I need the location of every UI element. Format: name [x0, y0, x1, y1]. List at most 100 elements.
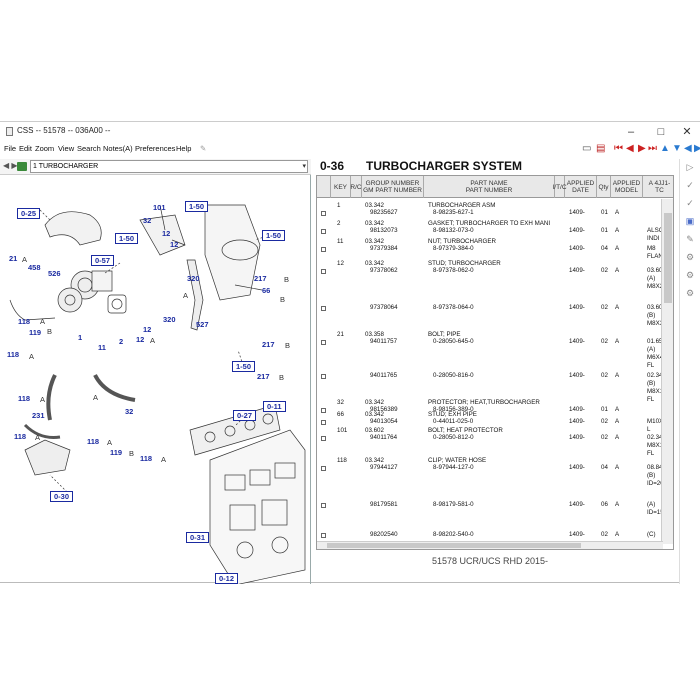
menu-zoom[interactable]: Zoom: [35, 144, 54, 153]
section-ref-1-50[interactable]: 1-50: [115, 233, 139, 244]
callout-320[interactable]: 320: [163, 315, 176, 324]
section-ref-0-12[interactable]: 0-12: [215, 573, 239, 584]
col-key[interactable]: KEY: [331, 176, 351, 198]
menu-preferences[interactable]: Preferences: [135, 144, 175, 153]
section-ref-0-57[interactable]: 0-57: [91, 255, 115, 266]
table-row[interactable]: 118 03.342 97944127 CLIP; WATER HOSE 8-97944…: [317, 457, 669, 487]
callout-118[interactable]: 118: [140, 454, 152, 463]
callout-32[interactable]: 32: [143, 216, 151, 225]
table-row[interactable]: 98179581 8-98179-581-0 1409- 06 A (A) ID=15.1: [317, 494, 669, 522]
callout-217[interactable]: 217: [262, 340, 275, 349]
callout-118[interactable]: 118: [18, 317, 30, 326]
section-ref-1-50[interactable]: 1-50: [232, 361, 256, 372]
maximize-button[interactable]: □: [650, 124, 672, 140]
settings-icon[interactable]: ⚙: [684, 269, 696, 281]
menu-help[interactable]: Help: [176, 144, 191, 153]
col-applied-model[interactable]: APPLIED MODEL: [611, 176, 643, 198]
col-group-number[interactable]: GROUP NUMBER GM PART NUMBER: [362, 176, 424, 198]
col-part-name[interactable]: PART NAME PART NUMBER: [424, 176, 555, 198]
callout-527[interactable]: 527: [196, 320, 209, 329]
down-icon[interactable]: ▼: [672, 143, 682, 155]
col-applied-date[interactable]: APPLIED DATE: [565, 176, 597, 198]
callout-32[interactable]: 32: [125, 407, 133, 416]
callout-119[interactable]: 119: [29, 328, 41, 337]
callout-12[interactable]: 12: [143, 325, 151, 334]
callout-320[interactable]: 320: [187, 274, 200, 283]
scroll-thumb[interactable]: [327, 543, 581, 548]
callout-12[interactable]: 12: [136, 335, 144, 344]
last-icon[interactable]: ⏭: [648, 143, 657, 155]
forward-icon[interactable]: ▶: [694, 143, 700, 155]
prev-icon[interactable]: ◀: [626, 143, 634, 155]
vertical-scrollbar[interactable]: [661, 199, 673, 544]
arrow-right-icon[interactable]: ▷: [684, 161, 696, 173]
callout-21[interactable]: 21: [9, 254, 17, 263]
table-row[interactable]: 94011765 0-28050-816-0 1409- 02 A 02.343 (B) …: [317, 365, 667, 403]
first-icon[interactable]: ⏮: [614, 143, 623, 155]
callout-12[interactable]: 12: [170, 240, 178, 249]
row-checkbox[interactable]: [321, 229, 326, 234]
menu-file[interactable]: File: [4, 144, 16, 153]
row-checkbox[interactable]: [321, 374, 326, 379]
minimize-button[interactable]: –: [620, 124, 642, 140]
callout-526[interactable]: 526: [48, 269, 61, 278]
row-checkbox[interactable]: [321, 247, 326, 252]
section-ref-0-30[interactable]: 0-30: [50, 491, 74, 502]
callout-217[interactable]: 217: [257, 372, 270, 381]
col-model-code[interactable]: A 4JJ1-TC: [643, 176, 673, 198]
back-icon[interactable]: ◀: [684, 143, 692, 155]
settings-icon[interactable]: ⚙: [684, 287, 696, 299]
section-ref-0-27[interactable]: 0-27: [233, 410, 257, 421]
tool-icon[interactable]: ✎: [684, 233, 696, 245]
row-checkbox[interactable]: [321, 533, 326, 538]
callout-231[interactable]: 231: [32, 411, 45, 420]
printer-icon[interactable]: ▤: [596, 143, 605, 155]
menu-search[interactable]: Search: [77, 144, 101, 153]
callout-1[interactable]: 1: [78, 333, 82, 342]
row-checkbox[interactable]: [321, 340, 326, 345]
nav-arrows-icon[interactable]: ◀ ▶: [3, 161, 18, 170]
table-row[interactable]: 97378064 8-97378-064-0 1409- 02 A 03.604 (B) …: [317, 297, 673, 327]
row-checkbox[interactable]: [321, 211, 326, 216]
callout-2[interactable]: 2: [119, 337, 123, 346]
section-ref-0-11[interactable]: 0-11: [263, 401, 286, 412]
next-icon[interactable]: ▶: [638, 143, 646, 155]
callout-101[interactable]: 101: [153, 203, 166, 212]
callout-11[interactable]: 11: [98, 343, 106, 352]
col-itc[interactable]: I/T/C: [552, 176, 567, 198]
row-checkbox[interactable]: [321, 436, 326, 441]
table-row[interactable]: 21 03.358 94011757 BOLT; PIPE 0-28050-645-0 1…: [317, 331, 667, 369]
section-ref-0-25[interactable]: 0-25: [17, 208, 41, 219]
horizontal-scrollbar[interactable]: [317, 541, 663, 549]
row-checkbox[interactable]: [321, 466, 326, 471]
group-select[interactable]: 1 TURBOCHARGER ▾: [30, 160, 308, 173]
list-icon[interactable]: ▣: [684, 215, 696, 227]
section-ref-1-50[interactable]: 1-50: [262, 230, 286, 241]
check-icon[interactable]: ✓: [684, 179, 696, 191]
table-row[interactable]: 12 03.342 97378062 STUD; TURBOCHARGER 8-9737…: [317, 260, 673, 290]
table-row[interactable]: 101 03.602 94011764 BOLT; HEAT PROTECTOR 0-2…: [317, 427, 667, 457]
scroll-thumb[interactable]: [664, 213, 672, 303]
row-checkbox[interactable]: [321, 269, 326, 274]
check-icon[interactable]: ✓: [684, 197, 696, 209]
callout-458[interactable]: 458: [28, 263, 41, 272]
callout-119[interactable]: 119: [110, 448, 122, 457]
row-checkbox[interactable]: [321, 420, 326, 425]
menu-view[interactable]: View: [58, 144, 74, 153]
callout-12[interactable]: 12: [162, 229, 170, 238]
col-rc[interactable]: R/C: [350, 176, 362, 198]
pencil-icon[interactable]: ✎: [200, 144, 206, 153]
wrench-icon[interactable]: ⚙: [684, 251, 696, 263]
col-qty[interactable]: Qty: [597, 176, 611, 198]
menu-edit[interactable]: Edit: [19, 144, 32, 153]
callout-118[interactable]: 118: [87, 437, 99, 446]
callout-66[interactable]: 66: [262, 286, 270, 295]
up-icon[interactable]: ▲: [660, 143, 670, 155]
chevron-down-icon[interactable]: ▾: [302, 161, 306, 173]
callout-118[interactable]: 118: [14, 432, 26, 441]
section-ref-1-50[interactable]: 1-50: [185, 201, 209, 212]
callout-118[interactable]: 118: [18, 394, 30, 403]
section-ref-0-31[interactable]: 0-31: [186, 532, 210, 543]
row-checkbox[interactable]: [321, 503, 326, 508]
callout-217[interactable]: 217: [254, 274, 267, 283]
